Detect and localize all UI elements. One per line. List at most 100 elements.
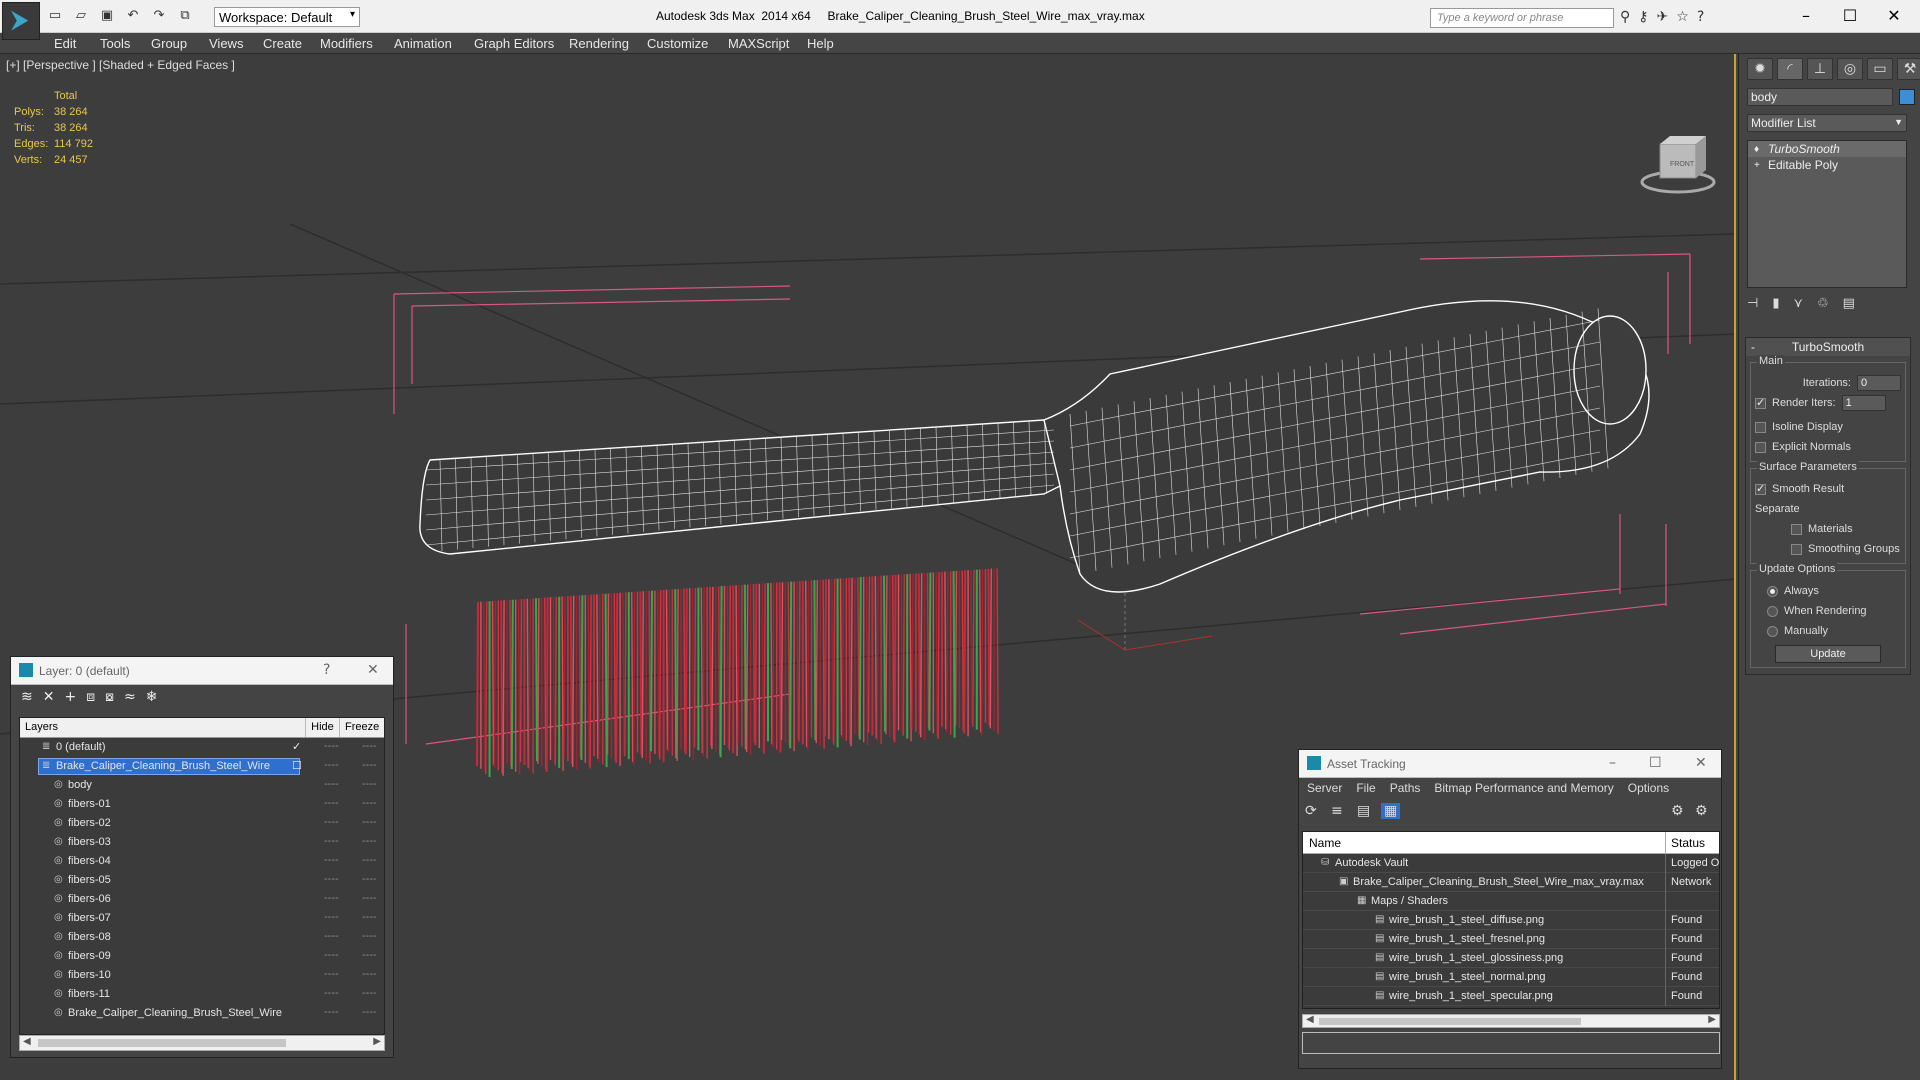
menu-customize[interactable]: Customize — [647, 36, 708, 51]
explicit-normals-checkbox[interactable] — [1755, 441, 1766, 453]
freeze-toggle[interactable]: ---- — [362, 816, 377, 828]
scroll-right-icon[interactable]: ▶ — [1708, 1014, 1716, 1025]
layer-row[interactable]: ◎ fibers-10 ---- ---- — [20, 966, 384, 985]
menu-views[interactable]: Views — [209, 36, 243, 51]
viewport-label[interactable]: [+] [Perspective ] [Shaded + Edged Faces… — [6, 58, 235, 72]
menu-tools[interactable]: Tools — [100, 36, 130, 51]
object-color-swatch[interactable] — [1899, 89, 1915, 105]
modify-tab-icon[interactable]: ◜ — [1777, 58, 1803, 80]
configure-sets-icon[interactable]: ▤ — [1843, 296, 1855, 311]
manually-radio[interactable] — [1767, 625, 1778, 637]
help-icon[interactable]: ? — [323, 662, 330, 678]
maximize-button[interactable]: ☐ — [1830, 4, 1870, 28]
asset-menu-bitmap-performance[interactable]: Bitmap Performance and Memory — [1434, 781, 1613, 797]
utilities-tab-icon[interactable]: ⚒ — [1897, 58, 1920, 80]
remove-modifier-icon[interactable]: ♲ — [1817, 296, 1829, 311]
list-view-icon[interactable]: ≡ — [1331, 803, 1343, 819]
hide-toggle[interactable]: ---- — [324, 1006, 339, 1018]
menu-animation[interactable]: Animation — [394, 36, 452, 51]
hide-toggle[interactable]: ---- — [324, 854, 339, 866]
redo-icon[interactable]: ↷ — [150, 8, 168, 24]
hide-toggle[interactable]: ---- — [324, 930, 339, 942]
freeze-toggle[interactable]: ---- — [362, 892, 377, 904]
open-file-icon[interactable]: ▱ — [72, 8, 90, 24]
hide-toggle[interactable]: ---- — [324, 759, 339, 771]
asset-row[interactable]: ▤ wire_brush_1_steel_diffuse.png Found — [1303, 911, 1719, 930]
scroll-thumb[interactable] — [38, 1039, 286, 1047]
object-name-field[interactable]: body — [1747, 88, 1893, 106]
menu-rendering[interactable]: Rendering — [569, 36, 629, 51]
menu-create[interactable]: Create — [263, 36, 302, 51]
app-logo-button[interactable]: ⮞ — [2, 2, 40, 40]
expand-icon[interactable]: + — [1754, 160, 1760, 171]
scroll-left-icon[interactable]: ◀ — [1306, 1014, 1314, 1025]
layers-horizontal-scrollbar[interactable]: ◀ ▶ — [19, 1035, 385, 1051]
layer-row[interactable]: ◎ fibers-06 ---- ---- — [20, 890, 384, 909]
scroll-left-icon[interactable]: ◀ — [23, 1036, 31, 1047]
hide-toggle[interactable]: ---- — [324, 816, 339, 828]
search-input[interactable]: Type a keyword or phrase — [1430, 8, 1614, 28]
layer-row[interactable]: ◎ Brake_Caliper_Cleaning_Brush_Steel_Wire… — [20, 1004, 384, 1023]
add-to-layer-icon[interactable]: + — [64, 689, 76, 707]
freeze-toggle[interactable]: ---- — [362, 968, 377, 980]
hide-toggle[interactable]: ---- — [324, 797, 339, 809]
asset-titlebar[interactable]: Asset Tracking – ☐ ✕ — [1299, 750, 1721, 778]
smooth-result-checkbox[interactable] — [1755, 482, 1766, 495]
menu-modifiers[interactable]: Modifiers — [320, 36, 373, 51]
refresh-icon[interactable]: ⟳ — [1305, 803, 1317, 819]
freeze-toggle[interactable]: ---- — [362, 987, 377, 999]
layer-row[interactable]: ◎ fibers-08 ---- ---- — [20, 928, 384, 947]
layer-row[interactable]: ◎ fibers-07 ---- ---- — [20, 909, 384, 928]
minimize-button[interactable]: – — [1786, 4, 1826, 28]
asset-row[interactable]: ▤ wire_brush_1_steel_glossiness.png Found — [1303, 949, 1719, 968]
column-name[interactable]: Name — [1309, 836, 1341, 850]
menu-help[interactable]: Help — [807, 36, 834, 51]
asset-row[interactable]: ▤ wire_brush_1_steel_fresnel.png Found — [1303, 930, 1719, 949]
render-iters-spinner[interactable]: 1 — [1841, 395, 1886, 411]
layer-row[interactable]: ≣ 0 (default) ✓ ---- ---- — [20, 738, 384, 757]
binoculars-icon[interactable]: ⚲ — [1620, 9, 1630, 25]
hide-toggle[interactable]: ---- — [324, 873, 339, 885]
layer-settings-icon[interactable]: ≋ — [21, 689, 33, 707]
asset-row[interactable]: ▦ Maps / Shaders — [1303, 892, 1719, 911]
hide-toggle[interactable]: ---- — [324, 911, 339, 923]
freeze-toggle[interactable]: ---- — [362, 778, 377, 790]
key-icon[interactable]: ⚷ — [1638, 9, 1648, 25]
viewcube[interactable]: FRONT — [1640, 136, 1716, 194]
stack-item-turbosmooth[interactable]: ♦ TurboSmooth — [1748, 141, 1906, 157]
select-objects-icon[interactable]: ⧈ — [86, 689, 95, 707]
always-radio[interactable] — [1767, 585, 1778, 597]
menu-group[interactable]: Group — [151, 36, 187, 51]
column-hide[interactable]: Hide — [306, 718, 340, 737]
star-icon[interactable]: ☆ — [1676, 9, 1689, 25]
close-icon[interactable]: ✕ — [367, 662, 379, 678]
hierarchy-tab-icon[interactable]: ⊥ — [1807, 58, 1833, 80]
save-file-icon[interactable]: ▣ — [98, 8, 116, 24]
asset-row[interactable]: ▤ wire_brush_1_steel_normal.png Found — [1303, 968, 1719, 987]
freeze-toggle[interactable]: ---- — [362, 930, 377, 942]
asset-row[interactable]: ▤ wire_brush_1_steel_specular.png Found — [1303, 987, 1719, 1006]
freeze-all-icon[interactable]: ❄ — [146, 689, 158, 707]
smoothing-groups-checkbox[interactable] — [1791, 543, 1802, 555]
freeze-toggle[interactable]: ---- — [362, 759, 377, 771]
rollout-header[interactable]: - TurboSmooth — [1746, 338, 1910, 356]
vault-settings-icon[interactable]: ⚙ — [1695, 803, 1708, 819]
asset-menu-file[interactable]: File — [1356, 781, 1375, 797]
vault-help-icon[interactable]: ⚙ — [1671, 803, 1684, 819]
layer-row[interactable]: ◎ fibers-05 ---- ---- — [20, 871, 384, 890]
motion-tab-icon[interactable]: ◎ — [1837, 58, 1863, 80]
update-button[interactable]: Update — [1775, 645, 1881, 663]
close-button[interactable]: ✕ — [1874, 4, 1914, 28]
hide-toggle[interactable]: ---- — [324, 987, 339, 999]
workspace-dropdown[interactable]: Workspace: Default ▾ — [214, 7, 360, 27]
hide-toggle[interactable]: ---- — [324, 778, 339, 790]
layer-row[interactable]: ◎ fibers-02 ---- ---- — [20, 814, 384, 833]
help-icon[interactable]: ? — [1697, 9, 1704, 25]
asset-menu-paths[interactable]: Paths — [1390, 781, 1421, 797]
column-status[interactable]: Status — [1671, 836, 1705, 850]
iterations-spinner[interactable]: 0 — [1857, 375, 1901, 391]
isoline-checkbox[interactable] — [1755, 421, 1766, 433]
lightbulb-icon[interactable]: ♦ — [1754, 144, 1759, 155]
hide-toggle[interactable]: ---- — [324, 949, 339, 961]
stack-item-editable-poly[interactable]: + Editable Poly — [1748, 157, 1906, 173]
